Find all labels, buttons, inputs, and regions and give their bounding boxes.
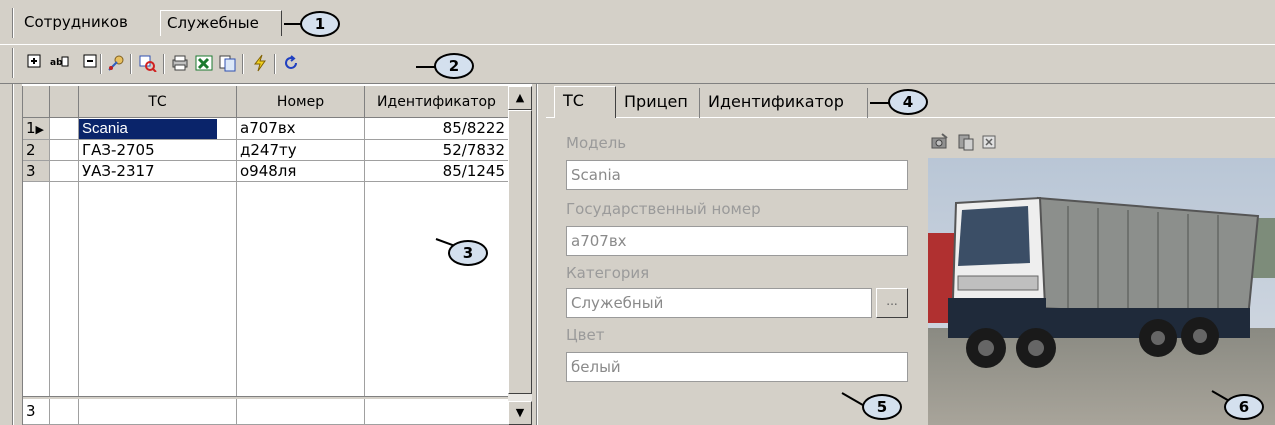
callout-5: 5 [862,394,902,420]
grid-scrollbar[interactable]: ▲ ▼ [508,86,532,425]
tab-service[interactable]: Служебные [160,10,282,36]
toolbar-separator [130,54,132,74]
callout-2: 2 [434,53,474,79]
photo-delete-icon[interactable] [980,132,1000,152]
grid-footer-cell [365,399,509,425]
scroll-thumb[interactable] [508,110,532,394]
left-frame [0,84,22,425]
plate-field[interactable]: а707вх [566,226,908,256]
callout-4: 4 [888,89,928,115]
grid-footer-cell [79,399,237,425]
row-indicator: 3 [23,161,50,182]
grid-footer-count: 3 [23,399,50,425]
toolbar-separator [274,54,276,74]
assign-icon[interactable] [106,54,126,74]
vehicles-grid[interactable]: ТС Номер Идентификатор 1▶ Scania а707вх … [22,86,509,425]
scroll-down-button[interactable]: ▼ [508,401,532,425]
add-icon[interactable] [24,54,44,74]
model-label: Модель [566,134,627,152]
category-field[interactable]: Служебный [566,288,872,318]
cell-number[interactable]: а707вх [237,118,365,140]
grid-header-tc[interactable]: ТС [79,86,237,118]
toolbar [0,44,1275,84]
grid-header-number[interactable]: Номер [237,86,365,118]
panel-splitter[interactable] [532,84,546,425]
current-row-arrow-icon: ▶ [35,123,45,136]
callout-6: 6 [1224,394,1264,420]
tab-vehicle[interactable]: ТС [554,86,616,118]
lightning-icon[interactable] [250,54,270,74]
cell-identifier[interactable]: 85/1245 [365,161,509,182]
tab-identifier-label: Идентификатор [708,92,844,111]
filter-icon[interactable] [138,54,158,74]
grid-header-check [50,86,79,118]
plate-label: Государственный номер [566,200,761,218]
copy-icon[interactable] [218,54,238,74]
remove-icon[interactable] [80,54,100,74]
table-row[interactable]: Scania [79,118,237,140]
callout-2-leader [416,66,436,68]
row-indicator: 2 [23,140,50,161]
tab-identifier[interactable]: Идентификатор [700,88,868,118]
photo-load-icon[interactable] [930,132,950,152]
tab-employees[interactable]: Сотрудников [18,10,134,36]
tab-trailer[interactable]: Прицеп [616,88,700,118]
cell-tc[interactable]: ГАЗ-2705 [79,140,237,161]
row-indicator: 1▶ [23,118,50,140]
tab-strip-left-border [12,8,14,38]
rename-icon[interactable]: ab [50,54,70,74]
category-label: Категория [566,264,650,282]
excel-icon[interactable] [194,54,214,74]
grid-empty-area [23,182,509,398]
color-field[interactable]: белый [566,352,908,382]
tab-service-label: Служебные [167,14,259,32]
left-frame-line [12,84,14,425]
refresh-icon[interactable] [282,54,302,74]
toolbar-separator [163,54,165,74]
svg-text:ab: ab [50,58,63,68]
cell-identifier[interactable]: 85/8222 [365,118,509,140]
vehicle-photo [928,158,1275,425]
scroll-up-button[interactable]: ▲ [508,86,532,110]
callout-1: 1 [300,11,340,37]
cell-number[interactable]: д247ту [237,140,365,161]
tab-employees-label: Сотрудников [24,13,128,31]
cell-tc-selected[interactable]: Scania [79,119,217,139]
cell-tc[interactable]: УАЗ-2317 [79,161,237,182]
grid-footer-cell [50,399,79,425]
toolbar-separator [100,54,102,74]
cell-identifier[interactable]: 52/7832 [365,140,509,161]
toolbar-separator [242,54,244,74]
row-check[interactable] [50,140,79,161]
callout-3: 3 [448,240,488,266]
toolbar-grip [12,48,14,78]
tab-trailer-label: Прицеп [624,92,688,111]
grid-footer-cell [237,399,365,425]
grid-header-indicator [23,86,50,118]
print-icon[interactable] [170,54,190,74]
cell-number[interactable]: о948ля [237,161,365,182]
color-label: Цвет [566,326,605,344]
callout-4-leader [870,102,890,104]
row-check[interactable] [50,118,79,140]
row-number: 1 [26,119,36,137]
photo-paste-icon[interactable] [956,132,976,152]
model-field[interactable]: Scania [566,160,908,190]
grid-header-identifier[interactable]: Идентификатор [365,86,509,118]
tab-vehicle-label: ТС [563,91,584,110]
row-check[interactable] [50,161,79,182]
category-select-button[interactable]: ... [876,288,908,318]
